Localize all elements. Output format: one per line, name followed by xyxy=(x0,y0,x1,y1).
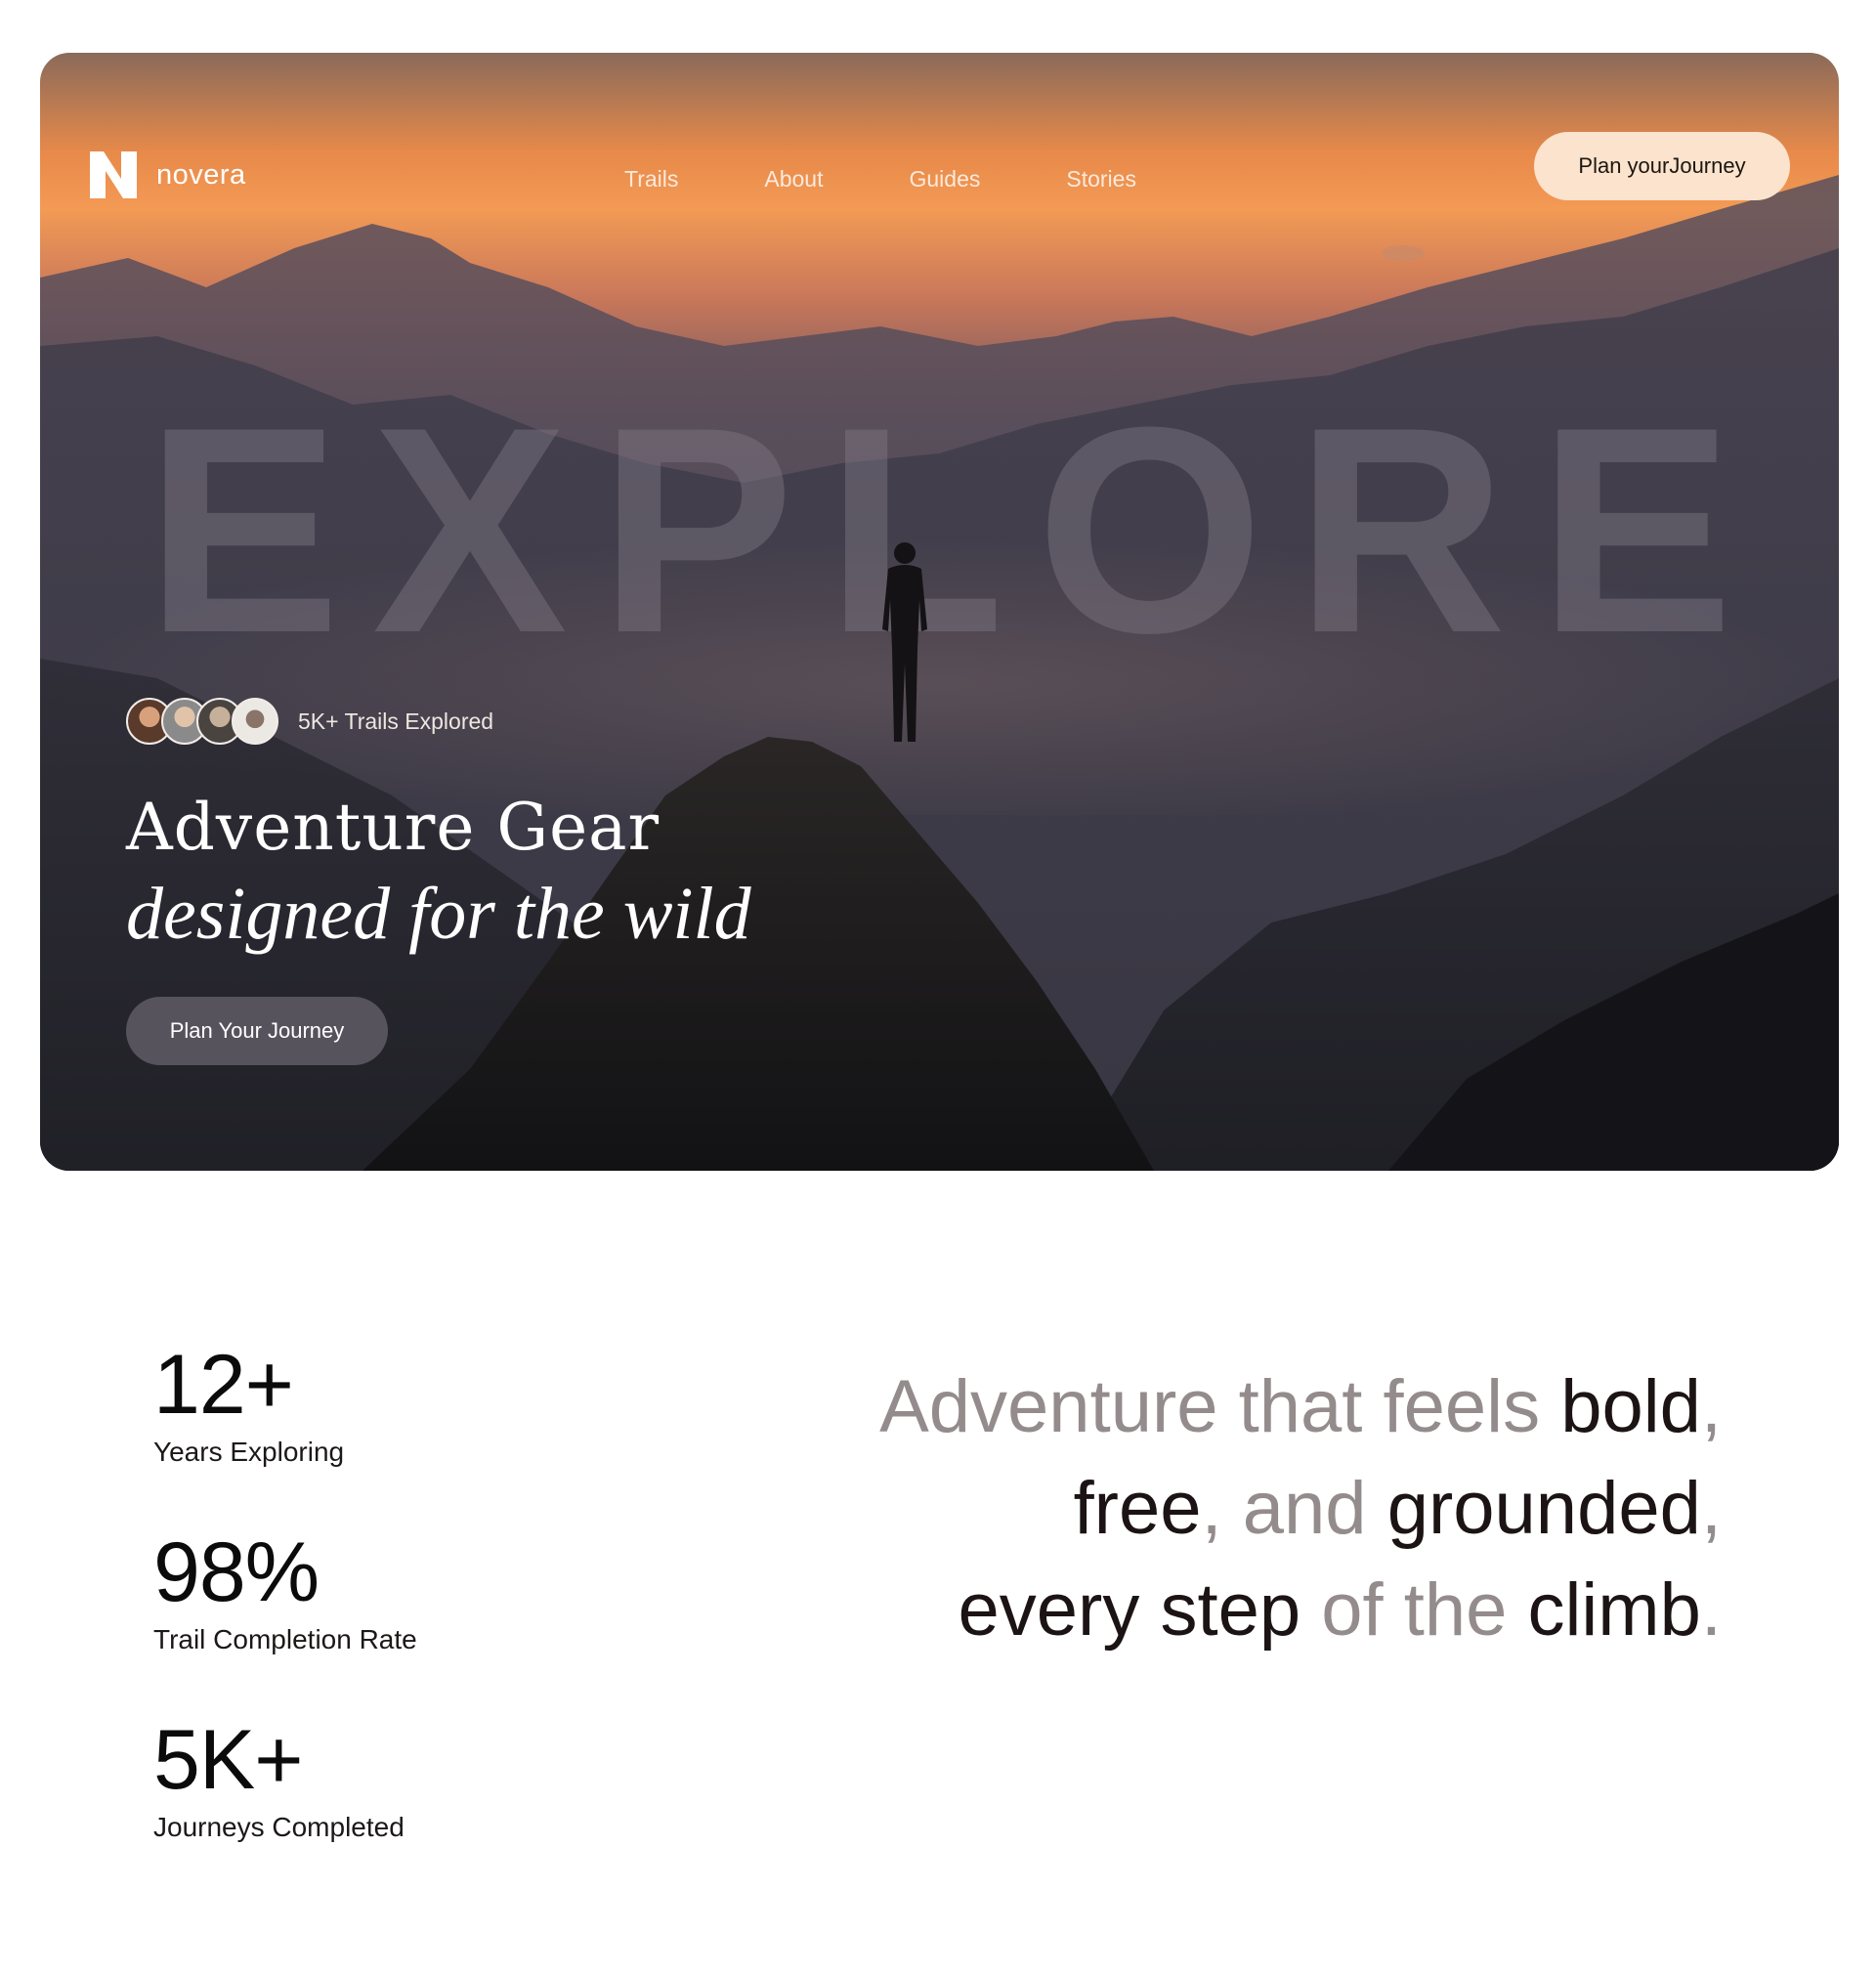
tagline-segment: Adventure that feels xyxy=(879,1365,1561,1448)
stat-label: Trail Completion Rate xyxy=(153,1624,417,1654)
tagline-line-1: Adventure that feels bold, xyxy=(879,1356,1722,1458)
stat-value: 98% xyxy=(153,1525,320,1619)
avatar xyxy=(232,698,278,745)
brand-tagline: Adventure that feels bold, free, and gro… xyxy=(879,1356,1722,1661)
tagline-segment: bold xyxy=(1560,1365,1701,1448)
headline-line-1: Adventure Gear xyxy=(126,790,661,865)
hero-section: EXPLORE novera Trails About Guides Stori… xyxy=(40,53,1839,1171)
tagline-segment: free xyxy=(1073,1467,1202,1550)
tagline-segment: , xyxy=(1700,1365,1722,1448)
tagline-line-3: every step of the climb. xyxy=(879,1560,1722,1661)
tagline-segment: climb xyxy=(1527,1568,1701,1652)
tagline-segment: grounded xyxy=(1386,1467,1701,1550)
tagline-segment: . xyxy=(1700,1568,1722,1652)
stat-label: Journeys Completed xyxy=(153,1812,405,1842)
plan-your-journey-button[interactable]: Plan Your Journey xyxy=(126,997,388,1065)
brand-logo[interactable]: novera xyxy=(88,150,246,200)
trails-explored-text: 5K+ Trails Explored xyxy=(298,708,494,734)
hero-headline: Adventure Gear designed for the wild xyxy=(126,786,751,958)
tagline-segment: every step xyxy=(958,1568,1322,1652)
stat-label: Years Exploring xyxy=(153,1437,345,1467)
avatar-group xyxy=(126,698,278,745)
stat-years: 12+ Years Exploring xyxy=(153,1343,344,1470)
tagline-segment: , xyxy=(1700,1467,1722,1550)
stat-value: 12+ xyxy=(153,1338,294,1432)
social-proof: 5K+ Trails Explored xyxy=(126,698,493,745)
nav-link-guides[interactable]: Guides xyxy=(909,166,980,193)
nav-link-trails[interactable]: Trails xyxy=(624,166,678,193)
plan-journey-nav-button[interactable]: Plan yourJourney xyxy=(1534,132,1790,200)
headline-line-2: designed for the wild xyxy=(126,873,751,955)
tagline-segment: , and xyxy=(1201,1467,1387,1550)
explore-watermark: EXPLORE xyxy=(145,365,1766,694)
logo-n-icon xyxy=(90,151,137,198)
nav-link-stories[interactable]: Stories xyxy=(1066,166,1136,193)
hiker-silhouette-icon xyxy=(882,542,927,742)
stat-journeys: 5K+ Journeys Completed xyxy=(153,1718,405,1845)
stat-completion-rate: 98% Trail Completion Rate xyxy=(153,1530,417,1657)
nav-link-about[interactable]: About xyxy=(764,166,823,193)
brand-name: novera xyxy=(156,158,246,191)
tagline-segment: of the xyxy=(1321,1568,1528,1652)
tagline-line-2: free, and grounded, xyxy=(879,1458,1722,1560)
main-nav: Trails About Guides Stories xyxy=(624,166,1222,193)
stat-value: 5K+ xyxy=(153,1713,303,1807)
